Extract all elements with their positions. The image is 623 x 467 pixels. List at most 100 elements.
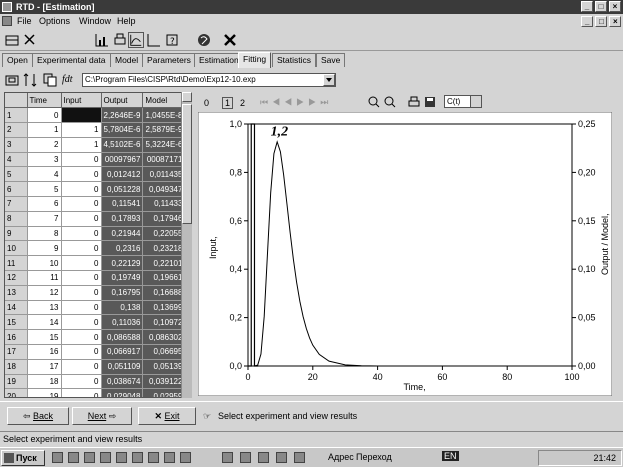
table-row[interactable]: 11 10 0 0,22129 0,22101 — [5, 255, 186, 272]
row-number[interactable]: 13 — [5, 285, 28, 301]
tab-open[interactable]: Open — [2, 53, 33, 67]
row-number[interactable]: 7 — [5, 196, 28, 212]
cell-time[interactable]: 18 — [27, 374, 62, 390]
cell-output[interactable]: 5,7804E-6 — [101, 122, 144, 138]
close-x-icon[interactable] — [222, 32, 238, 48]
cell-model[interactable]: 0,17946 — [142, 211, 186, 227]
menu-options[interactable]: Options — [36, 14, 73, 29]
col-header-input[interactable]: Input — [61, 93, 102, 109]
scroll-thumb[interactable] — [182, 104, 192, 224]
cell-output[interactable]: 0,051109 — [101, 359, 144, 375]
quicklaunch-icon-4[interactable] — [100, 452, 111, 463]
row-number[interactable]: 19 — [5, 374, 28, 390]
cell-output[interactable]: 4,5102E-6 — [101, 137, 144, 153]
cell-output[interactable]: 0,21944 — [101, 226, 144, 242]
series-0-button[interactable]: 0 — [204, 98, 209, 108]
cell-time[interactable]: 0 — [27, 107, 62, 124]
menu-file[interactable]: File — [14, 14, 35, 29]
cell-input[interactable]: 0 — [61, 211, 102, 227]
menu-window[interactable]: Window — [76, 14, 114, 29]
table-row[interactable]: 9 8 0 0,21944 0,22055 — [5, 226, 186, 242]
table-row[interactable]: 16 15 0 0,086588 0,086302 — [5, 329, 186, 346]
table-row[interactable]: 17 16 0 0,066917 0,06695 — [5, 344, 186, 360]
cell-output[interactable]: 0,038674 — [101, 374, 144, 390]
cell-time[interactable]: 14 — [27, 314, 62, 331]
quicklaunch-icon-8[interactable] — [164, 452, 175, 463]
zoom-out-icon[interactable] — [384, 96, 396, 108]
table-row[interactable]: 1 0 2,2646E-9 1,0455E-8 — [5, 107, 186, 124]
globe-icon[interactable] — [196, 32, 212, 48]
cell-time[interactable]: 11 — [27, 270, 62, 286]
doc-minimize-button[interactable]: _ — [581, 16, 593, 27]
resize-icon[interactable] — [22, 72, 38, 88]
col-header-output[interactable]: Output — [101, 93, 144, 109]
row-number[interactable]: 10 — [5, 240, 28, 257]
row-number[interactable]: 14 — [5, 300, 28, 316]
cell-input[interactable]: 0 — [61, 388, 102, 397]
tab-parameters[interactable]: Parameters — [142, 53, 196, 67]
maximize-button[interactable]: □ — [595, 1, 607, 12]
cut-icon[interactable] — [22, 32, 38, 48]
cell-time[interactable]: 1 — [27, 122, 62, 138]
task-icon-2[interactable] — [240, 452, 251, 463]
table-row[interactable]: 3 2 1 4,5102E-6 5,3224E-6 — [5, 137, 186, 153]
print-plot-icon[interactable] — [408, 96, 420, 108]
exit-button[interactable]: ✕ Exit — [138, 407, 196, 425]
row-number[interactable]: 6 — [5, 181, 28, 198]
cell-model[interactable]: 0,22055 — [142, 226, 186, 242]
tab-save[interactable]: Save — [316, 53, 346, 67]
cell-model[interactable]: 0,05139 — [142, 359, 186, 375]
col-header-model[interactable]: Model — [142, 93, 186, 109]
cell-output[interactable]: 0,22129 — [101, 255, 144, 272]
cell-time[interactable]: 12 — [27, 285, 62, 301]
go-button[interactable]: Переход — [356, 452, 392, 462]
row-number[interactable]: 20 — [5, 388, 28, 397]
quicklaunch-icon-7[interactable] — [148, 452, 159, 463]
cell-input[interactable]: 1 — [61, 122, 102, 138]
cell-model[interactable]: 00087171 — [142, 152, 186, 168]
cell-time[interactable]: 6 — [27, 196, 62, 212]
back-button[interactable]: ⇦ Back — [7, 407, 69, 425]
cell-output[interactable]: 0,138 — [101, 300, 144, 316]
cell-input[interactable]: 1 — [61, 137, 102, 153]
navigation-arrows-icon[interactable]: ⏮◀◀▶▶⏭ — [260, 97, 332, 108]
row-number[interactable]: 9 — [5, 226, 28, 242]
cell-time[interactable]: 17 — [27, 359, 62, 375]
quicklaunch-icon-1[interactable] — [52, 452, 63, 463]
zoom-in-icon[interactable] — [368, 96, 380, 108]
cell-output[interactable]: 2,2646E-9 — [101, 107, 144, 124]
cell-output[interactable]: 0,029048 — [101, 388, 144, 397]
cell-time[interactable]: 9 — [27, 240, 62, 257]
table-row[interactable]: 18 17 0 0,051109 0,05139 — [5, 359, 186, 375]
task-icon-3[interactable] — [258, 452, 269, 463]
table-row[interactable]: 15 14 0 0,11036 0,10972 — [5, 314, 186, 331]
cell-input[interactable]: 0 — [61, 152, 102, 168]
table-row[interactable]: 7 6 0 0,11541 0,11433 — [5, 196, 186, 212]
task-icon-4[interactable] — [276, 452, 287, 463]
cell-model[interactable]: 0,039122 — [142, 374, 186, 390]
table-row[interactable]: 19 18 0 0,038674 0,039122 — [5, 374, 186, 390]
cell-input[interactable]: 0 — [61, 359, 102, 375]
cell-time[interactable]: 10 — [27, 255, 62, 272]
help-icon[interactable]: ? — [164, 32, 180, 48]
minimize-button[interactable]: _ — [581, 1, 593, 12]
row-number[interactable]: 8 — [5, 211, 28, 227]
fit-chart-icon[interactable] — [128, 32, 144, 48]
doc-restore-button[interactable]: □ — [595, 16, 607, 27]
table-row[interactable]: 8 7 0 0,17893 0,17946 — [5, 211, 186, 227]
row-number[interactable]: 3 — [5, 137, 28, 153]
cell-time[interactable]: 4 — [27, 166, 62, 183]
series-2-button[interactable]: 2 — [240, 98, 245, 108]
row-number[interactable]: 5 — [5, 166, 28, 183]
cell-model[interactable]: 0,049347 — [142, 181, 186, 198]
chart-icon[interactable] — [94, 32, 110, 48]
cell-input[interactable]: 0 — [61, 181, 102, 198]
row-number[interactable]: 1 — [5, 107, 28, 124]
cell-time[interactable]: 13 — [27, 300, 62, 316]
cell-model[interactable]: 0,011435 — [142, 166, 186, 183]
cell-model[interactable]: 0,10972 — [142, 314, 186, 331]
cell-model[interactable]: 0,16688 — [142, 285, 186, 301]
row-number[interactable]: 4 — [5, 152, 28, 168]
cell-output[interactable]: 0,19749 — [101, 270, 144, 286]
row-number[interactable]: 17 — [5, 344, 28, 360]
